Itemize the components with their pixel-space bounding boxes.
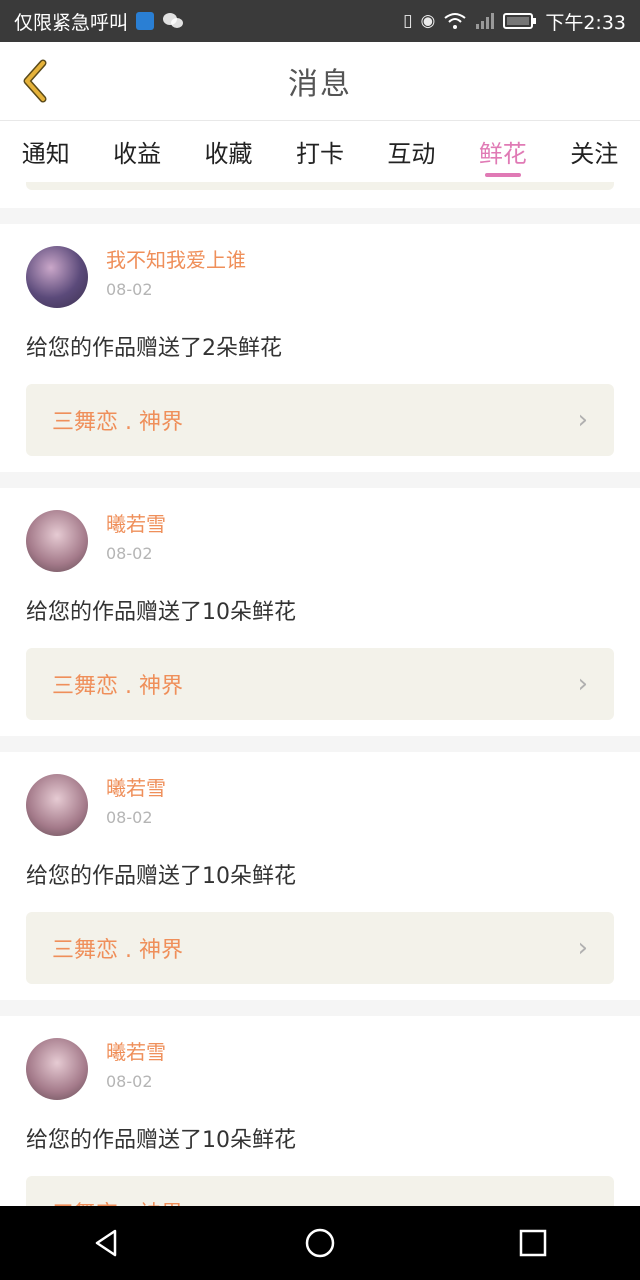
work-title: 三舞恋 . 神界 bbox=[52, 938, 183, 963]
message-date: 08-02 bbox=[106, 808, 153, 827]
message-date: 08-02 bbox=[106, 544, 153, 563]
message-text: 给您的作品赠送了10朵鲜花 bbox=[26, 600, 296, 625]
tab-following[interactable]: 关注 bbox=[566, 121, 622, 183]
user-meta: 曦若雪 08-02 bbox=[106, 510, 166, 563]
user-row: 曦若雪 08-02 bbox=[26, 1038, 614, 1100]
avatar[interactable] bbox=[26, 1038, 88, 1100]
username[interactable]: 曦若雪 bbox=[106, 1038, 166, 1066]
signal-icon bbox=[476, 13, 495, 29]
work-title: 三舞恋 . 神界 bbox=[52, 674, 183, 699]
message-text: 给您的作品赠送了2朵鲜花 bbox=[26, 336, 282, 361]
vibrate-icon: ▯ bbox=[403, 11, 413, 31]
user-meta: 我不知我爱上谁 08-02 bbox=[106, 246, 246, 299]
message-date: 08-02 bbox=[106, 1072, 153, 1091]
page-title: 消息 bbox=[288, 67, 352, 102]
avatar[interactable] bbox=[26, 246, 88, 308]
previous-card-tail bbox=[0, 182, 640, 208]
work-link[interactable]: 三舞恋 . 神界 › bbox=[26, 384, 614, 456]
tab-flowers[interactable]: 鲜花 bbox=[475, 121, 531, 183]
user-meta: 曦若雪 08-02 bbox=[106, 774, 166, 827]
tab-interaction[interactable]: 互动 bbox=[383, 121, 439, 183]
status-bar: 仅限紧急呼叫 ▯ ◉ 下午2:33 bbox=[0, 0, 640, 42]
work-title: 三舞恋 . 神界 bbox=[52, 410, 183, 435]
avatar[interactable] bbox=[26, 510, 88, 572]
message-date: 08-02 bbox=[106, 280, 153, 299]
system-nav-bar bbox=[0, 1206, 640, 1280]
user-row: 曦若雪 08-02 bbox=[26, 774, 614, 836]
shield-icon bbox=[136, 12, 155, 30]
tab-notifications[interactable]: 通知 bbox=[18, 121, 74, 183]
username[interactable]: 曦若雪 bbox=[106, 774, 166, 802]
tab-checkin[interactable]: 打卡 bbox=[292, 121, 348, 183]
message-card: 曦若雪 08-02 给您的作品赠送了10朵鲜花 三舞恋 . 神界 › bbox=[0, 752, 640, 1000]
chevron-right-icon: › bbox=[577, 669, 588, 699]
username[interactable]: 我不知我爱上谁 bbox=[106, 246, 246, 274]
wifi-icon bbox=[444, 13, 466, 29]
tab-favorites[interactable]: 收藏 bbox=[201, 121, 257, 183]
tab-bar: 通知 收益 收藏 打卡 互动 鲜花 关注 bbox=[0, 120, 640, 182]
clock: 下午2:33 bbox=[545, 11, 626, 34]
user-row: 曦若雪 08-02 bbox=[26, 510, 614, 572]
user-meta: 曦若雪 08-02 bbox=[106, 1038, 166, 1091]
circle-home-icon[interactable] bbox=[304, 1227, 336, 1259]
triangle-back-icon[interactable] bbox=[91, 1227, 123, 1259]
eye-icon: ◉ bbox=[420, 11, 436, 31]
status-left: 仅限紧急呼叫 bbox=[14, 8, 184, 35]
message-text: 给您的作品赠送了10朵鲜花 bbox=[26, 864, 296, 889]
work-link[interactable]: 三舞恋 . 神界 › bbox=[26, 1176, 614, 1206]
message-card: 曦若雪 08-02 给您的作品赠送了10朵鲜花 三舞恋 . 神界 › bbox=[0, 488, 640, 736]
chevron-right-icon: › bbox=[577, 405, 588, 435]
back-button[interactable] bbox=[14, 58, 54, 104]
app-header: 消息 bbox=[0, 42, 640, 120]
username[interactable]: 曦若雪 bbox=[106, 510, 166, 538]
message-card: 我不知我爱上谁 08-02 给您的作品赠送了2朵鲜花 三舞恋 . 神界 › bbox=[0, 224, 640, 472]
work-link[interactable]: 三舞恋 . 神界 › bbox=[26, 648, 614, 720]
square-recent-icon[interactable] bbox=[517, 1227, 549, 1259]
tab-earnings[interactable]: 收益 bbox=[109, 121, 165, 183]
message-card: 曦若雪 08-02 给您的作品赠送了10朵鲜花 三舞恋 . 神界 › bbox=[0, 1016, 640, 1206]
carrier-text: 仅限紧急呼叫 bbox=[14, 11, 129, 34]
chevron-right-icon: › bbox=[578, 1197, 588, 1206]
work-link[interactable]: 三舞恋 . 神界 › bbox=[26, 912, 614, 984]
chevron-left-icon bbox=[23, 59, 47, 103]
previous-card-link-tail bbox=[26, 182, 614, 190]
avatar[interactable] bbox=[26, 774, 88, 836]
user-row: 我不知我爱上谁 08-02 bbox=[26, 246, 614, 308]
status-right: ▯ ◉ 下午2:33 bbox=[403, 8, 626, 35]
chevron-right-icon: › bbox=[577, 933, 588, 963]
message-list[interactable]: 我不知我爱上谁 08-02 给您的作品赠送了2朵鲜花 三舞恋 . 神界 › 曦若… bbox=[0, 182, 640, 1206]
battery-icon bbox=[503, 13, 537, 29]
wechat-icon bbox=[163, 13, 184, 28]
work-title: 三舞恋 . 神界 bbox=[52, 1196, 183, 1206]
message-text: 给您的作品赠送了10朵鲜花 bbox=[26, 1128, 296, 1153]
